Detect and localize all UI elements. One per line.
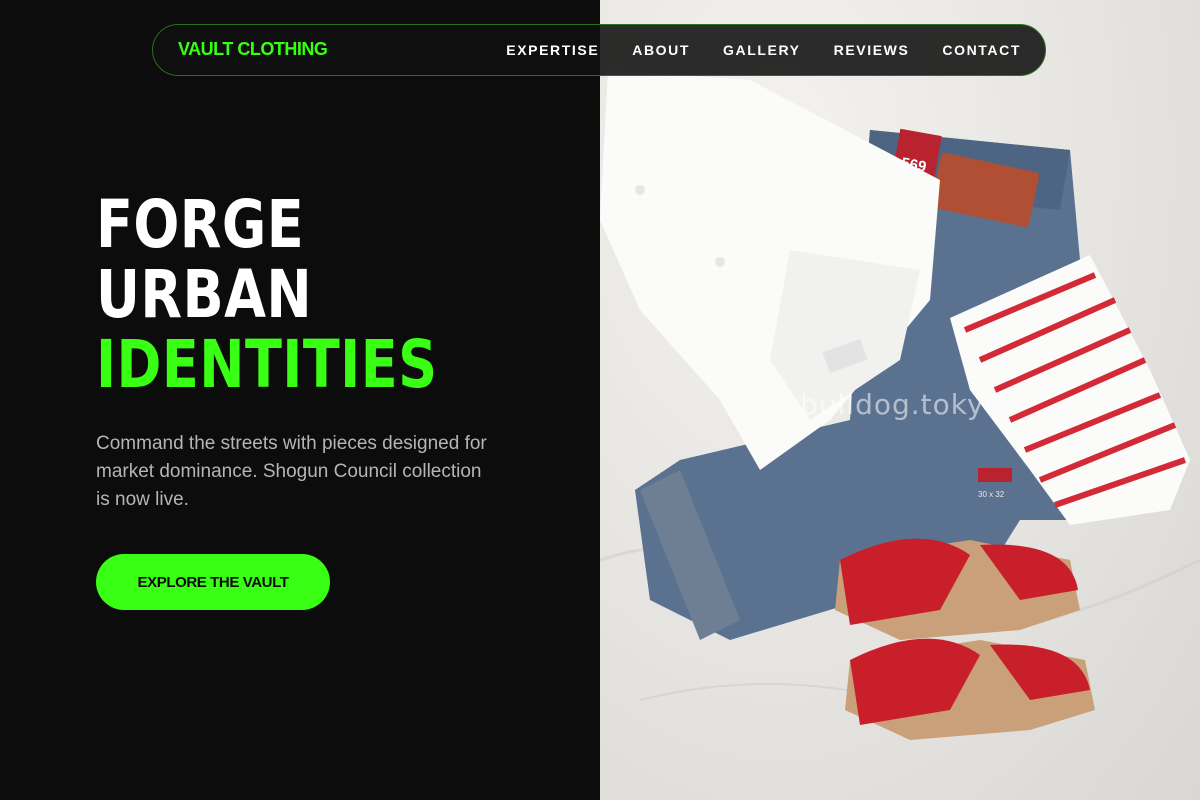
hero-photo: 569 30 x 32 bulldog.tokyo (600, 0, 1200, 800)
svg-text:30 x 32: 30 x 32 (978, 490, 1005, 499)
hero-subtitle: Command the streets with pieces designed… (96, 433, 487, 510)
hero-headline: FORGE URBAN IDENTITIES (96, 190, 437, 400)
brand-logo[interactable]: VAULT CLOTHING (178, 39, 328, 60)
sandals-graphic (835, 538, 1095, 740)
nav-link-about[interactable]: ABOUT (632, 42, 690, 58)
nav-link-reviews[interactable]: REVIEWS (834, 42, 910, 58)
top-navbar: VAULT CLOTHING EXPERTISE ABOUT GALLERY R… (152, 24, 1046, 76)
nav-link-expertise[interactable]: EXPERTISE (506, 42, 599, 58)
nav-links: EXPERTISE ABOUT GALLERY REVIEWS CONTACT (506, 42, 1021, 58)
photo-watermark: bulldog.tokyo (800, 388, 1003, 421)
explore-vault-button[interactable]: EXPLORE THE VAULT (96, 554, 330, 610)
nav-link-gallery[interactable]: GALLERY (723, 42, 801, 58)
headline-line-3: IDENTITIES (96, 326, 438, 403)
headline-line-1: FORGE (96, 186, 305, 263)
nav-link-contact[interactable]: CONTACT (942, 42, 1021, 58)
headline-line-2: URBAN (96, 256, 313, 333)
